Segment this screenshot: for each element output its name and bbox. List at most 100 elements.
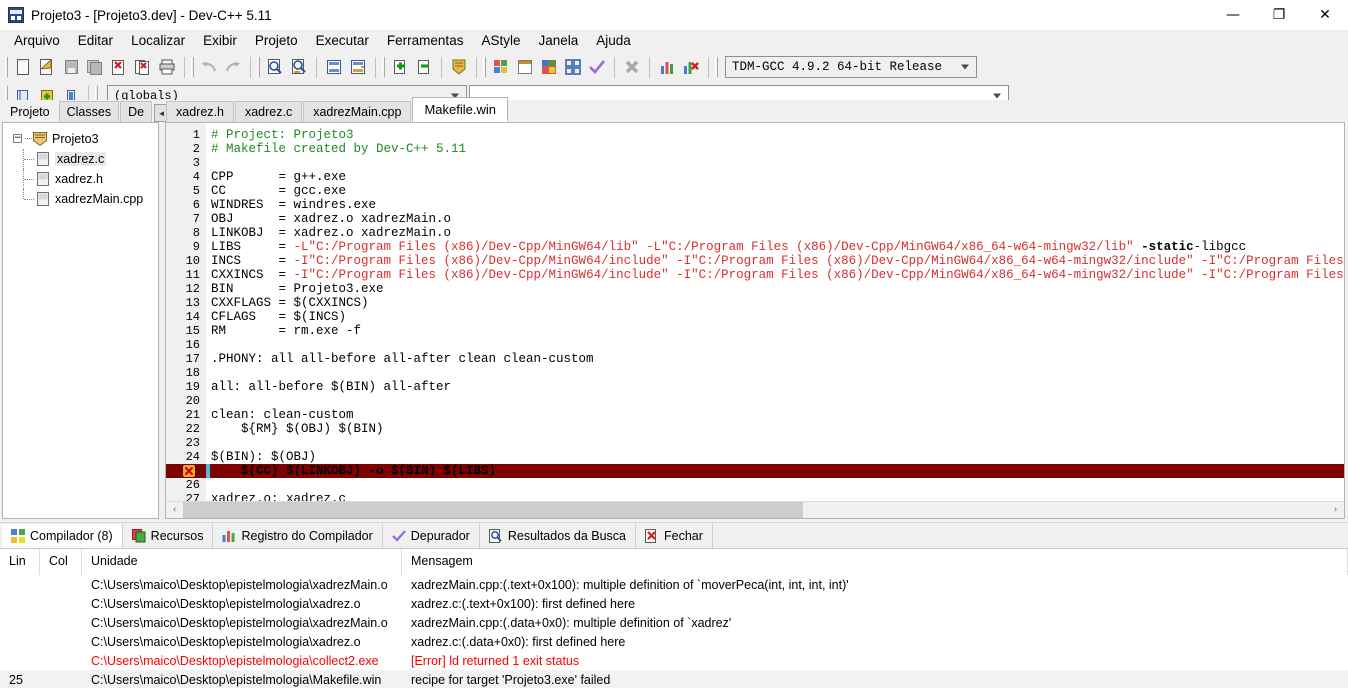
code-line[interactable]: 2 # Makefile created by Dev-C++ 5.11 (166, 142, 1344, 156)
remove-from-project-icon[interactable] (412, 56, 436, 79)
table-row[interactable]: 25 C:\Users\maico\Desktop\epistelmologia\… (0, 670, 1348, 688)
open-file-icon[interactable] (35, 56, 59, 79)
menu-janela[interactable]: Janela (529, 31, 587, 50)
stop-execution-icon[interactable] (620, 56, 644, 79)
toolbar-grip-2[interactable] (191, 57, 194, 77)
menu-projeto[interactable]: Projeto (246, 31, 307, 50)
code-line[interactable]: 20 (166, 394, 1344, 408)
profile-icon[interactable] (655, 56, 679, 79)
menu-exibir[interactable]: Exibir (194, 31, 246, 50)
tab-debug[interactable]: De (120, 101, 153, 122)
save-file-icon[interactable] (59, 56, 83, 79)
code-line[interactable]: 25 $(CC) $(LINKOBJ) -o $(BIN) $(LIBS) (166, 464, 1344, 478)
toolbar-grip-6[interactable] (715, 57, 718, 77)
toolbar-grip-5[interactable] (483, 57, 486, 77)
tab-xadrezmain-cpp[interactable]: xadrezMain.cpp (303, 101, 412, 122)
table-row[interactable]: C:\Users\maico\Desktop\epistelmologia\xa… (0, 575, 1348, 594)
redo-icon[interactable] (221, 56, 245, 79)
menu-editar[interactable]: Editar (69, 31, 122, 50)
code-line[interactable]: 10 INCS = -I"C:/Program Files (x86)/Dev-C… (166, 254, 1344, 268)
goto-line-icon[interactable] (322, 56, 346, 79)
replace-icon[interactable] (287, 56, 311, 79)
code-line[interactable]: 5 CC = gcc.exe (166, 184, 1344, 198)
table-row[interactable]: C:\Users\maico\Desktop\epistelmologia\xa… (0, 613, 1348, 632)
code-area[interactable]: 1 # Project: Projeto3 2 # Makefile created … (166, 123, 1344, 501)
code-line[interactable]: 21 clean: clean-custom (166, 408, 1344, 422)
compile-icon[interactable] (489, 56, 513, 79)
rebuild-all-icon[interactable] (561, 56, 585, 79)
table-row[interactable]: C:\Users\maico\Desktop\epistelmologia\xa… (0, 632, 1348, 651)
code-line[interactable]: 9 LIBS = -L"C:/Program Files (x86)/Dev-Cp… (166, 240, 1344, 254)
run-icon[interactable] (513, 56, 537, 79)
tree-item-xadrez-h[interactable]: xadrez.h (3, 169, 158, 189)
code-line[interactable]: 3 (166, 156, 1344, 170)
menu-ajuda[interactable]: Ajuda (587, 31, 640, 50)
tab-registro-compilador[interactable]: Registro do Compilador (213, 523, 383, 548)
column-header-unidade[interactable]: Unidade (82, 549, 402, 575)
code-line[interactable]: 14 CFLAGS = $(INCS) (166, 310, 1344, 324)
code-line[interactable]: 27 xadrez.o: xadrez.c (166, 492, 1344, 501)
editor-horizontal-scrollbar[interactable]: ‹ › (166, 501, 1344, 518)
delete-profile-icon[interactable] (679, 56, 703, 79)
table-row[interactable]: C:\Users\maico\Desktop\epistelmologia\xa… (0, 594, 1348, 613)
menu-localizar[interactable]: Localizar (122, 31, 194, 50)
code-line[interactable]: 18 (166, 366, 1344, 380)
tree-item-xadrezmain-cpp[interactable]: xadrezMain.cpp (3, 189, 158, 209)
code-line[interactable]: 23 (166, 436, 1344, 450)
print-icon[interactable] (155, 56, 179, 79)
tab-xadrez-h[interactable]: xadrez.h (166, 101, 234, 122)
close-button[interactable]: ✕ (1302, 0, 1348, 30)
menu-ferramentas[interactable]: Ferramentas (378, 31, 473, 50)
toolbar-grip-3[interactable] (257, 57, 260, 77)
code-line[interactable]: 26 (166, 478, 1344, 492)
menu-astyle[interactable]: AStyle (472, 31, 529, 50)
save-all-icon[interactable] (83, 56, 107, 79)
code-line[interactable]: 16 (166, 338, 1344, 352)
code-line[interactable]: 4 CPP = g++.exe (166, 170, 1344, 184)
tab-resultados-busca[interactable]: Resultados da Busca (480, 523, 636, 548)
goto-function-icon[interactable] (346, 56, 370, 79)
tree-root-item[interactable]: − Projeto3 (3, 128, 158, 149)
new-file-icon[interactable] (11, 56, 35, 79)
menu-executar[interactable]: Executar (307, 31, 378, 50)
code-content[interactable]: 1 # Project: Projeto3 2 # Makefile created … (166, 123, 1344, 501)
undo-icon[interactable] (197, 56, 221, 79)
maximize-button[interactable]: ❐ (1256, 0, 1302, 30)
code-line[interactable]: 15 RM = rm.exe -f (166, 324, 1344, 338)
error-marker-icon[interactable] (183, 465, 195, 477)
add-to-project-icon[interactable] (388, 56, 412, 79)
tab-recursos[interactable]: Recursos (123, 523, 214, 548)
toolbar-grip-4[interactable] (382, 57, 385, 77)
tab-fechar[interactable]: Fechar (636, 523, 713, 548)
project-options-icon[interactable] (447, 56, 471, 79)
code-line[interactable]: 11 CXXINCS = -I"C:/Program Files (x86)/De… (166, 268, 1344, 282)
code-line[interactable]: 22 ${RM} $(OBJ) $(BIN) (166, 422, 1344, 436)
tab-projeto[interactable]: Projeto (2, 101, 58, 122)
find-icon[interactable] (263, 56, 287, 79)
syntax-check-icon[interactable] (585, 56, 609, 79)
toolbar-grip[interactable] (5, 57, 8, 77)
compile-and-run-icon[interactable] (537, 56, 561, 79)
minimize-button[interactable]: — (1210, 0, 1256, 30)
code-line[interactable]: 1 # Project: Projeto3 (166, 128, 1344, 142)
code-line[interactable]: 7 OBJ = xadrez.o xadrezMain.o (166, 212, 1344, 226)
code-line[interactable]: 12 BIN = Projeto3.exe (166, 282, 1344, 296)
scroll-track[interactable] (183, 502, 1327, 518)
scroll-thumb[interactable] (183, 502, 803, 518)
column-header-col[interactable]: Col (40, 549, 82, 575)
code-line[interactable]: 17 .PHONY: all all-before all-after clean… (166, 352, 1344, 366)
close-all-icon[interactable] (131, 56, 155, 79)
table-row[interactable]: C:\Users\maico\Desktop\epistelmologia\co… (0, 651, 1348, 670)
menu-arquivo[interactable]: Arquivo (5, 31, 69, 50)
code-line[interactable]: 19 all: all-before $(BIN) all-after (166, 380, 1344, 394)
tree-item-xadrez-c[interactable]: xadrez.c (3, 149, 158, 169)
column-header-mensagem[interactable]: Mensagem (402, 549, 1348, 575)
tab-makefile-win[interactable]: Makefile.win (412, 97, 508, 122)
compiler-set-dropdown[interactable]: TDM-GCC 4.9.2 64-bit Release (725, 56, 977, 78)
tab-classes[interactable]: Classes (58, 101, 120, 122)
code-line[interactable]: 6 WINDRES = windres.exe (166, 198, 1344, 212)
scroll-left-icon[interactable]: ‹ (166, 502, 183, 518)
scroll-right-icon[interactable]: › (1327, 502, 1344, 518)
tab-depurador[interactable]: Depurador (383, 523, 480, 548)
tab-compilador[interactable]: Compilador (8) (2, 523, 123, 548)
